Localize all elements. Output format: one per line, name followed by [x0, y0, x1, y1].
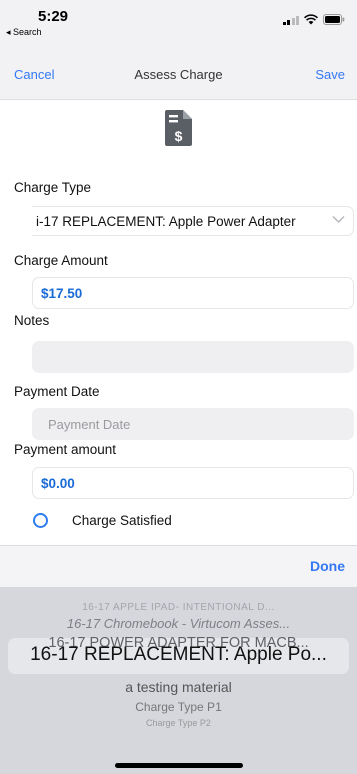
- status-time: 5:29: [38, 8, 69, 25]
- picker-option[interactable]: 16-17 Chromebook - Virtucom Asses...: [0, 616, 357, 631]
- charge-type-value: i-17 REPLACEMENT: Apple Power Adapter: [36, 213, 296, 229]
- back-to-search-link[interactable]: ◂ Search: [6, 27, 42, 38]
- chevron-down-icon: [332, 215, 345, 224]
- charge-amount-field[interactable]: $17.50: [32, 277, 354, 309]
- charge-satisfied-label: Charge Satisfied: [72, 513, 172, 528]
- invoice-dollar-icon: $: [165, 110, 192, 146]
- charge-type-label: Charge Type: [14, 180, 92, 195]
- status-bar: 5:29 ◂ Search: [0, 0, 357, 50]
- notes-label: Notes: [14, 313, 50, 328]
- svg-text:$: $: [175, 128, 183, 144]
- wifi-icon: [304, 14, 318, 25]
- status-icons: [282, 14, 346, 25]
- payment-amount-label: Payment amount: [14, 442, 117, 457]
- picker-toolbar: Done: [0, 545, 357, 587]
- charge-amount-label: Charge Amount: [14, 253, 108, 268]
- charge-type-select[interactable]: i-17 REPLACEMENT: Apple Power Adapter: [32, 206, 354, 236]
- done-button[interactable]: Done: [310, 558, 345, 574]
- home-indicator: [115, 763, 243, 768]
- picker-option[interactable]: a testing material: [0, 679, 357, 695]
- payment-date-label: Payment Date: [14, 384, 100, 399]
- charge-type-picker[interactable]: 16-17 APPLE IPAD- INTENTIONAL D... 16-17…: [0, 587, 357, 774]
- payment-date-placeholder: Payment Date: [48, 416, 131, 432]
- notes-field[interactable]: [32, 341, 354, 373]
- navigation-bar: Cancel Assess Charge Save: [0, 50, 357, 100]
- save-button[interactable]: Save: [315, 67, 345, 82]
- page-title: Assess Charge: [134, 67, 223, 82]
- picker-option[interactable]: 16-17 APPLE IPAD- INTENTIONAL D...: [0, 602, 357, 613]
- charge-satisfied-radio[interactable]: [33, 513, 48, 528]
- picker-option[interactable]: Charge Type P1: [0, 700, 357, 714]
- picker-option[interactable]: Charge Type P2: [0, 718, 357, 728]
- payment-amount-field[interactable]: $0.00: [32, 467, 354, 499]
- picker-option-selected[interactable]: 16-17 REPLACEMENT: Apple Po...: [0, 644, 357, 666]
- charge-amount-value: $17.50: [41, 285, 83, 301]
- payment-date-field[interactable]: Payment Date: [32, 408, 354, 440]
- payment-amount-value: $0.00: [41, 475, 75, 491]
- signal-icon: [282, 16, 299, 25]
- battery-icon: [323, 14, 345, 25]
